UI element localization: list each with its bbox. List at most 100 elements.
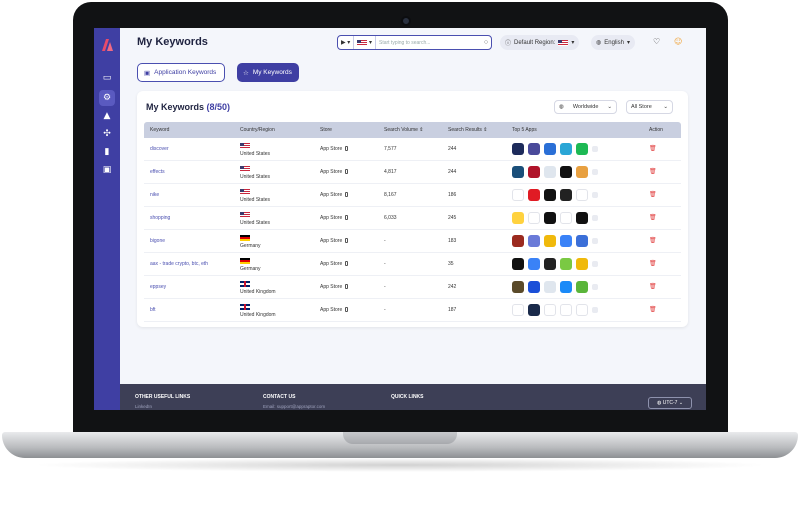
app-icon[interactable] bbox=[576, 235, 588, 247]
language-selector[interactable]: ◍ English ▾ bbox=[591, 35, 635, 50]
tab-label: My Keywords bbox=[252, 69, 292, 76]
store-cell: App Store bbox=[320, 261, 349, 267]
app-icon[interactable] bbox=[576, 258, 588, 270]
keyword-link[interactable]: discover bbox=[150, 146, 169, 152]
rocket-icon[interactable]: ▲ bbox=[101, 110, 113, 122]
app-icon[interactable] bbox=[528, 304, 540, 316]
delete-icon[interactable]: 🗑 bbox=[649, 237, 657, 244]
country-select[interactable]: ▾ bbox=[354, 36, 376, 49]
app-icon[interactable] bbox=[560, 258, 572, 270]
app-icon[interactable] bbox=[512, 235, 524, 247]
tab-my-keywords[interactable]: ☆ My Keywords bbox=[237, 63, 299, 82]
keyword-link[interactable]: bft bbox=[150, 307, 156, 313]
app-icon[interactable] bbox=[576, 166, 588, 178]
app-icon[interactable] bbox=[560, 304, 572, 316]
keyword-link[interactable]: aax - trade crypto, btc, eth bbox=[150, 261, 208, 267]
app-icon[interactable] bbox=[544, 258, 556, 270]
app-icon[interactable] bbox=[528, 235, 540, 247]
delete-icon[interactable]: 🗑 bbox=[649, 168, 657, 175]
app-icon[interactable] bbox=[560, 189, 572, 201]
app-icon[interactable] bbox=[544, 143, 556, 155]
top-apps-cell bbox=[512, 189, 598, 201]
footer-contact-email[interactable]: Email: support@appraptor.com bbox=[263, 404, 325, 409]
monitor-icon[interactable]: ▭ bbox=[101, 72, 113, 84]
app-icon[interactable] bbox=[576, 281, 588, 293]
default-region-selector[interactable]: ⓘ Default Region: ▾ bbox=[500, 35, 580, 50]
app-icon[interactable] bbox=[544, 212, 556, 224]
app-icon[interactable] bbox=[560, 212, 572, 224]
app-icon[interactable] bbox=[544, 235, 556, 247]
us-flag-icon bbox=[240, 142, 250, 149]
app-icon[interactable] bbox=[576, 143, 588, 155]
col-search-results[interactable]: Search Results ⇕ bbox=[448, 127, 488, 133]
search-bar[interactable]: ▶ ▾ ▾ Start typing to search... ○ bbox=[337, 35, 492, 50]
placeholder-app-icon bbox=[592, 169, 598, 175]
delete-icon[interactable]: 🗑 bbox=[649, 283, 657, 290]
star-icon: ☆ bbox=[243, 69, 249, 77]
search-volume-cell: 6,033 bbox=[384, 215, 397, 221]
app-icon[interactable] bbox=[560, 235, 572, 247]
us-flag-icon bbox=[240, 188, 250, 195]
app-icon[interactable] bbox=[512, 166, 524, 178]
app-icon[interactable] bbox=[512, 189, 524, 201]
app-icon[interactable] bbox=[528, 212, 540, 224]
app-icon[interactable] bbox=[528, 258, 540, 270]
delete-icon[interactable]: 🗑 bbox=[649, 306, 657, 313]
app-icon[interactable] bbox=[528, 166, 540, 178]
search-results-cell: 186 bbox=[448, 192, 457, 198]
app-icon[interactable] bbox=[512, 143, 524, 155]
footer-link-linkedin[interactable]: LinkedIn bbox=[135, 404, 152, 409]
search-results-cell: 183 bbox=[448, 238, 457, 244]
app-icon[interactable] bbox=[576, 304, 588, 316]
app-icon[interactable] bbox=[512, 258, 524, 270]
timezone-selector[interactable]: ◍ UTC-7 ⌄ bbox=[648, 397, 692, 409]
app-icon[interactable] bbox=[576, 212, 588, 224]
search-volume-cell: - bbox=[384, 307, 386, 313]
search-input[interactable]: Start typing to search... bbox=[376, 40, 481, 46]
keyword-link[interactable]: bigone bbox=[150, 238, 165, 244]
app-icon[interactable] bbox=[528, 189, 540, 201]
app-icon[interactable] bbox=[528, 281, 540, 293]
app-icon[interactable] bbox=[560, 281, 572, 293]
app-icon[interactable] bbox=[512, 212, 524, 224]
keyword-link[interactable]: effects bbox=[150, 169, 165, 175]
app-icon[interactable] bbox=[544, 281, 556, 293]
store-dropdown[interactable]: All Store ⌄ bbox=[626, 100, 673, 114]
app-icon[interactable] bbox=[544, 304, 556, 316]
de-flag-icon bbox=[240, 257, 250, 264]
app-icon[interactable] bbox=[512, 304, 524, 316]
col-search-volume[interactable]: Search Volume ⇕ bbox=[384, 127, 424, 133]
keyword-link[interactable]: nike bbox=[150, 192, 159, 198]
store-select[interactable]: ▶ ▾ bbox=[338, 36, 355, 49]
delete-icon[interactable]: 🗑 bbox=[649, 214, 657, 221]
footer: OTHER USEFUL LINKS LinkedIn CONTACT US E… bbox=[120, 384, 706, 410]
app-icon[interactable] bbox=[512, 281, 524, 293]
app-icon[interactable] bbox=[560, 143, 572, 155]
top-apps-cell bbox=[512, 235, 598, 247]
network-icon[interactable]: ✣ bbox=[101, 128, 113, 140]
app-icon[interactable] bbox=[544, 189, 556, 201]
keyword-link[interactable]: shopping bbox=[150, 215, 170, 221]
col-keyword: Keyword bbox=[150, 127, 170, 133]
region-dropdown[interactable]: ◍ Worldwide ⌄ bbox=[554, 100, 617, 114]
delete-icon[interactable]: 🗑 bbox=[649, 260, 657, 267]
col-store: Store bbox=[320, 127, 332, 133]
keywords-icon[interactable]: ⚙ bbox=[99, 90, 115, 106]
app-icon[interactable] bbox=[576, 189, 588, 201]
bar-chart-icon[interactable]: ▮ bbox=[101, 146, 113, 158]
region-dropdown-value: Worldwide bbox=[572, 104, 599, 110]
user-avatar-icon[interactable]: ☺ bbox=[674, 37, 682, 46]
app-icon[interactable] bbox=[560, 166, 572, 178]
chat-icon[interactable]: ♡ bbox=[653, 37, 660, 46]
keyword-link[interactable]: eppsey bbox=[150, 284, 166, 290]
timezone-value: UTC-7 bbox=[662, 400, 678, 406]
tab-application-keywords[interactable]: ▣ Application Keywords bbox=[137, 63, 225, 82]
vs-icon[interactable]: ▣ bbox=[101, 164, 113, 176]
delete-icon[interactable]: 🗑 bbox=[649, 191, 657, 198]
store-name: App Store bbox=[320, 215, 343, 221]
search-icon[interactable]: ○ bbox=[481, 39, 491, 46]
us-flag-icon bbox=[240, 165, 250, 172]
delete-icon[interactable]: 🗑 bbox=[649, 145, 657, 152]
app-icon[interactable] bbox=[544, 166, 556, 178]
app-icon[interactable] bbox=[528, 143, 540, 155]
